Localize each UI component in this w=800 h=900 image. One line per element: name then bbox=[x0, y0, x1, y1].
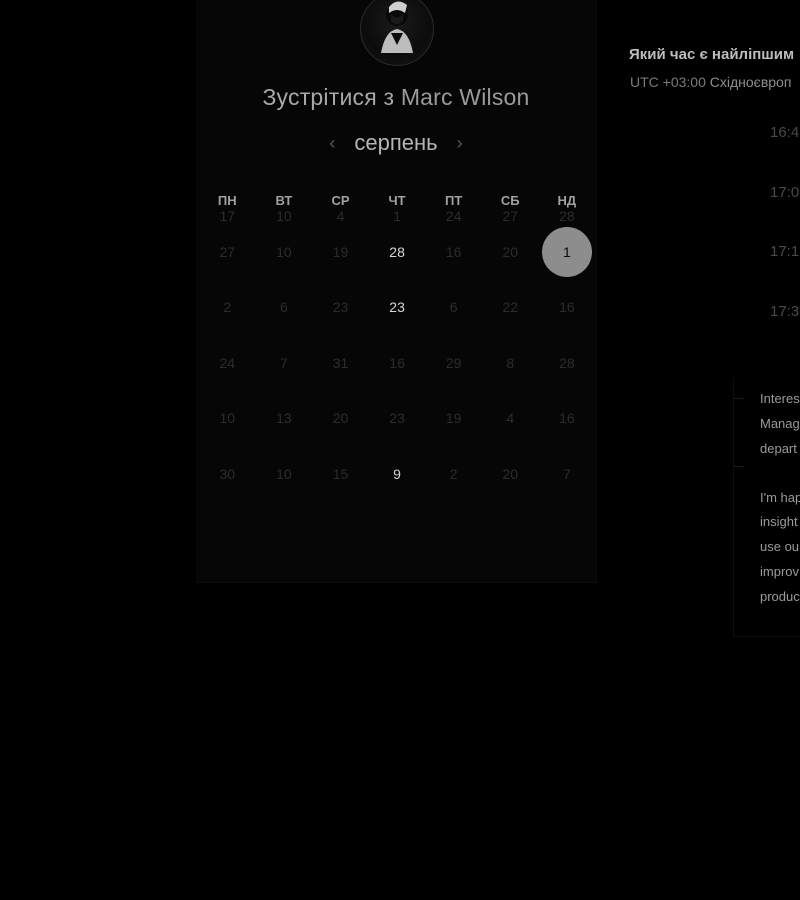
time-selection-panel: Який час є найліпшим UTC +03:00 Східноєв… bbox=[600, 0, 800, 900]
prev-month-chevron-icon[interactable]: ‹ bbox=[324, 133, 340, 154]
calendar-day: 7 bbox=[279, 354, 288, 371]
calendar-day-available[interactable]: 23 bbox=[369, 280, 426, 336]
calendar-day: 29 bbox=[445, 354, 462, 371]
calendar-day: 10 bbox=[276, 465, 292, 482]
note-text-line: Interes bbox=[760, 391, 800, 406]
calendar-day: 16 bbox=[389, 354, 405, 371]
note-text-line: I'm hap bbox=[760, 490, 800, 505]
timezone-selector[interactable]: UTC +03:00 Східноєвроп bbox=[630, 74, 791, 90]
calendar-day: 16 bbox=[559, 299, 575, 316]
calendar-day: 23 bbox=[389, 410, 405, 427]
calendar-day: 10 bbox=[276, 243, 292, 260]
calendar-day: 23 bbox=[332, 299, 349, 316]
calendar-day: 20 bbox=[502, 465, 519, 482]
calendar-day: 10 bbox=[276, 208, 292, 224]
calendar-day: 4 bbox=[336, 208, 345, 224]
calendar-day: 6 bbox=[279, 299, 288, 316]
meeting-notes-panel: Interes Manag depart I'm hap insight use… bbox=[733, 378, 800, 637]
calendar-day: 24 bbox=[219, 354, 236, 371]
next-month-chevron-icon[interactable]: › bbox=[452, 133, 468, 154]
calendar-day: 16 bbox=[445, 243, 462, 260]
selected-day-label[interactable]: 1 bbox=[541, 226, 592, 277]
calendar-day: 7 bbox=[562, 465, 571, 482]
meeting-title-prefix: Зустрітися з bbox=[262, 84, 395, 110]
note-text-line: Manag bbox=[760, 416, 800, 431]
calendar-day: 28 bbox=[559, 208, 575, 224]
note-text-line: improv bbox=[760, 564, 800, 579]
calendar-day: 4 bbox=[506, 410, 515, 427]
calendar-day: 27 bbox=[502, 208, 519, 224]
time-slot-button[interactable]: 16:4 bbox=[770, 124, 799, 141]
month-label: серпень bbox=[354, 130, 438, 155]
calendar-day: 20 bbox=[332, 410, 349, 427]
host-avatar bbox=[360, 0, 434, 66]
calendar-day-available[interactable]: 9 bbox=[369, 446, 426, 502]
calendar-day: 28 bbox=[559, 354, 575, 371]
calendar-day: 6 bbox=[449, 299, 458, 316]
calendar-day: 10 bbox=[219, 410, 236, 427]
time-slot-button[interactable]: 17:0 bbox=[770, 184, 799, 201]
calendar-day: 15 bbox=[332, 465, 349, 482]
calendar-day: 2 bbox=[449, 465, 458, 482]
timezone-name: Східноєвроп bbox=[709, 74, 792, 90]
calendar-day-grid: 17 10 4 1 24 27 28 27 10 19 28 16 20 1 2… bbox=[199, 200, 595, 502]
host-portrait-icon bbox=[381, 1, 413, 53]
note-text-line: use ou bbox=[760, 539, 800, 554]
calendar-day: 27 bbox=[219, 243, 236, 260]
calendar-day: 8 bbox=[506, 354, 515, 371]
calendar-day: 31 bbox=[332, 354, 349, 371]
calendar-day: 13 bbox=[276, 410, 292, 427]
calendar-day-selected[interactable]: 1 bbox=[539, 224, 596, 280]
note-divider bbox=[734, 466, 744, 467]
calendar-day: 1 bbox=[393, 208, 401, 224]
calendar-day: 30 bbox=[219, 465, 236, 482]
calendar-day: 20 bbox=[502, 243, 519, 260]
calendar-day-available[interactable]: 28 bbox=[369, 224, 426, 280]
note-text-line: produc bbox=[760, 589, 800, 604]
calendar-day: 2 bbox=[223, 299, 232, 316]
note-text-line: depart bbox=[760, 441, 797, 456]
calendar-day: 22 bbox=[502, 299, 519, 316]
time-slot-button[interactable]: 17:3 bbox=[770, 303, 799, 320]
meeting-title: Зустрітися з Marc Wilson bbox=[196, 84, 596, 111]
note-text-line: insight bbox=[760, 514, 798, 529]
host-name: Marc Wilson bbox=[400, 84, 530, 110]
month-navigation: ‹ серпень › bbox=[196, 130, 596, 156]
timezone-offset: UTC +03:00 bbox=[630, 74, 706, 90]
calendar-day: 16 bbox=[559, 410, 575, 427]
calendar-day: 24 bbox=[445, 208, 462, 224]
time-slot-button[interactable]: 17:1 bbox=[770, 243, 799, 260]
calendar-day: 19 bbox=[445, 410, 462, 427]
calendar-day: 19 bbox=[332, 243, 349, 260]
best-time-heading: Який час є найліпшим bbox=[629, 46, 795, 63]
calendar-day: 17 bbox=[219, 208, 236, 224]
booking-calendar-card: Зустрітися з Marc Wilson ‹ серпень › ПН … bbox=[196, 0, 597, 583]
note-divider bbox=[734, 398, 744, 399]
